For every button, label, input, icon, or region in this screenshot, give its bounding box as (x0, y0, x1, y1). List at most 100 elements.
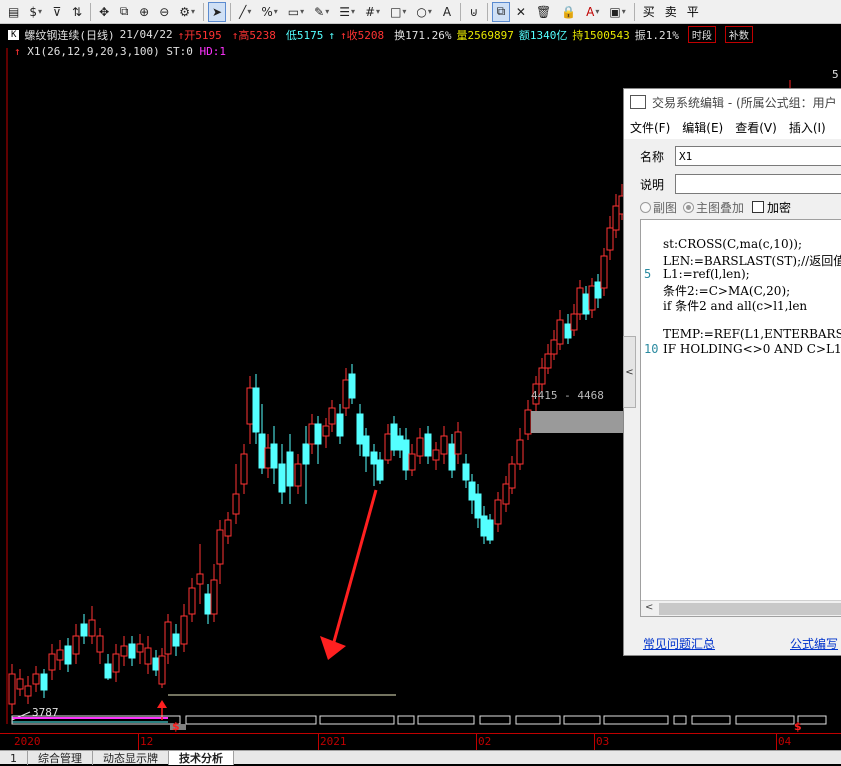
time-axis-label: 02 (478, 735, 492, 748)
trade-button[interactable]: 卖 (661, 2, 681, 22)
scroll-thumb[interactable] (659, 603, 841, 615)
radio-main-overlay[interactable]: 主图叠加 (683, 199, 744, 216)
code-editor[interactable]: 5 10 st:CROSS(C,ma(c,10)); LEN:=BARSLAST… (640, 219, 841, 617)
dialog-title: 交易系统编辑 - (所属公式组：用户 (652, 95, 837, 110)
fibo-icon: ☰ (339, 4, 350, 19)
chevron-down-icon: ▾ (595, 7, 600, 16)
description-field[interactable] (675, 174, 841, 194)
encrypt-checkbox[interactable]: 加密 (752, 199, 791, 216)
time-axis-tick (594, 734, 595, 750)
candle-up (342, 379, 350, 409)
candle-up (48, 653, 56, 671)
line-gutter: 5 10 (641, 220, 661, 600)
candle-down (286, 451, 294, 487)
text-button[interactable]: A (438, 2, 456, 22)
dialog-menu-item[interactable]: 插入(I) (783, 119, 832, 136)
candle-up (196, 573, 204, 585)
radio-subchart[interactable]: 副图 (640, 199, 677, 216)
candle-up (96, 635, 104, 653)
pen-button[interactable]: ✎ ▾ (310, 2, 333, 22)
copy-button[interactable]: ⧉ (491, 1, 510, 22)
toolbar-separator (230, 2, 232, 21)
dialog-menu-item[interactable]: 编辑(E) (676, 119, 729, 136)
cursor-icon: ➤ (212, 4, 223, 19)
circle-button[interactable]: ○ ▾ (412, 2, 436, 22)
zoom-in-button[interactable]: ⊕ (135, 2, 153, 22)
chevron-left-icon: < (625, 366, 634, 378)
chevron-down-icon: ▾ (621, 7, 626, 16)
rect-button[interactable]: □ ▾ (386, 2, 410, 22)
candle-up (232, 493, 240, 515)
candle-down (204, 593, 212, 615)
price-range-label: 4415 - 4468 (531, 389, 604, 402)
chevron-down-icon: ▾ (300, 7, 305, 16)
line-button[interactable]: ╱ ▾ (235, 2, 255, 22)
dialog-menu-item[interactable]: 文件(F) (624, 119, 676, 136)
time-axis-tick (776, 734, 777, 750)
candle-up (264, 447, 272, 469)
signal-block (397, 715, 415, 725)
dialog-menu-item[interactable]: 查看(V) (729, 119, 783, 136)
trade-button[interactable]: 买 (639, 2, 659, 22)
font-color-button[interactable]: A ▾ (582, 2, 603, 22)
signal-block (417, 715, 475, 725)
toolbar-separator (633, 2, 635, 21)
candle-down (582, 293, 590, 315)
code-line: IF HOLDING<>0 AND C>L1 AN (663, 342, 841, 356)
lock-button[interactable]: 🔒 (557, 2, 580, 22)
candle-up (440, 435, 448, 455)
signal-block (735, 715, 795, 725)
save-button[interactable]: ▣ ▾ (605, 2, 629, 22)
bottom-tab[interactable]: 1 (0, 751, 28, 765)
candle-up (494, 499, 502, 525)
dialog-titlebar[interactable]: 交易系统编辑 - (所属公式组：用户 (624, 89, 841, 115)
bottom-tab[interactable]: 动态显示牌 (93, 751, 169, 765)
formula-editor-dialog[interactable]: 交易系统编辑 - (所属公式组：用户 文件(F) 编辑(E) 查看(V) 插入(I) … (623, 88, 841, 656)
scroll-left-icon[interactable]: < (645, 602, 653, 613)
candle-up (72, 635, 80, 655)
gear-icon: ⚙ (179, 4, 191, 19)
horizontal-scrollbar[interactable]: < (641, 600, 841, 616)
ruler-button[interactable]: ▭ ▾ (284, 2, 308, 22)
signal-block (797, 715, 827, 725)
dollar-icon: $ (794, 720, 802, 733)
candle-up (432, 449, 440, 461)
fit-button[interactable]: ⧉ (115, 2, 133, 22)
percent-button[interactable]: % ▾ (257, 2, 281, 22)
candle-down (152, 657, 160, 671)
time-axis-tick (318, 734, 319, 750)
faq-link[interactable]: 常见问题汇总 (643, 635, 715, 652)
trade-button[interactable]: 平 (683, 2, 703, 22)
magnet-button[interactable]: ⊍ (465, 2, 483, 22)
rect-icon: □ (390, 4, 402, 19)
formula-guide-link[interactable]: 公式编写 (790, 635, 838, 652)
dollar-button[interactable]: $ ▾ (25, 2, 46, 22)
candle-up (210, 579, 218, 615)
name-field[interactable]: X1 (675, 146, 841, 166)
gear-button[interactable]: ⚙ ▾ (175, 2, 199, 22)
candle-up (240, 453, 248, 485)
candle-up (606, 227, 614, 251)
candle-down (564, 323, 572, 339)
grid-button[interactable]: # ▾ (361, 2, 384, 22)
candle-down (128, 643, 136, 659)
candle-down (594, 281, 602, 299)
fibo-button[interactable]: ☰ ▾ (335, 2, 359, 22)
candle-up (550, 339, 558, 355)
candle-up (570, 313, 578, 331)
collapse-panel-button[interactable]: < (623, 336, 636, 408)
trash-button[interactable]: 🗑 (532, 2, 555, 22)
filter-button[interactable]: ⊽ (48, 2, 66, 22)
candle-down (80, 623, 88, 637)
chart-switch-button[interactable]: ⇅ (68, 2, 86, 22)
cursor-button[interactable]: ➤ (208, 1, 227, 22)
candle-up (308, 423, 316, 445)
pen-icon: ✎ (314, 4, 325, 19)
move-button[interactable]: ✥ (95, 2, 113, 22)
doc-button[interactable]: ▤ (4, 2, 23, 22)
zoom-out-button[interactable]: ⊖ (155, 2, 173, 22)
candle-down (462, 463, 470, 481)
delete-button[interactable]: ✕ (512, 2, 530, 22)
bottom-tab[interactable]: 技术分析 (169, 751, 234, 765)
bottom-tab[interactable]: 综合管理 (28, 751, 93, 765)
